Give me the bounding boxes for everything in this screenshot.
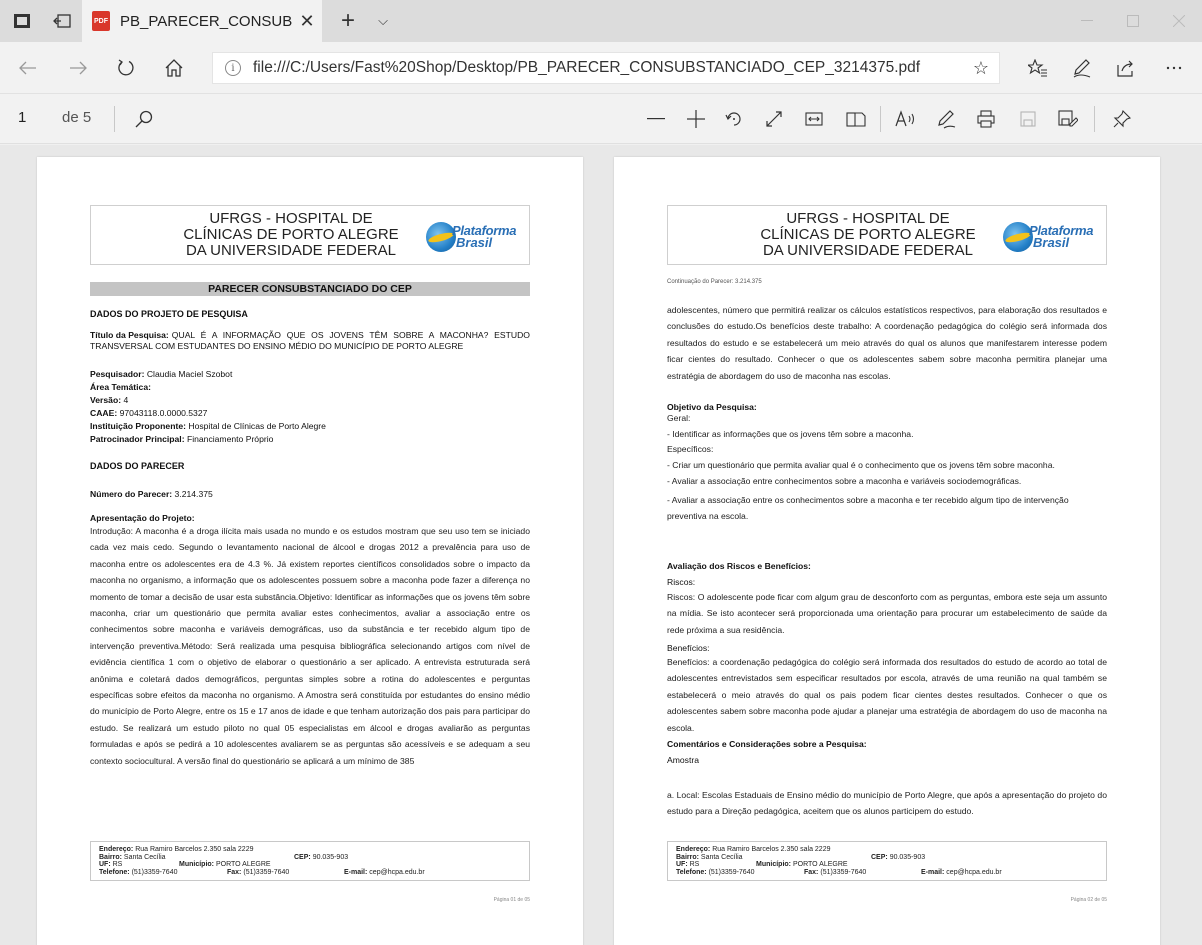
share-icon[interactable] [1104, 42, 1148, 94]
more-icon[interactable] [1152, 42, 1196, 94]
objetivo-title: Objetivo da Pesquisa: [667, 402, 757, 412]
institution-name: UFRGS - HOSPITAL DE CLÍNICAS DE PORTO AL… [171, 211, 411, 259]
list-item: - Avaliar a associação entre os conhecim… [667, 494, 1069, 521]
site-info-icon[interactable]: i [225, 60, 241, 76]
instituicao-field: Instituição Proponente: Hospital de Clín… [90, 421, 326, 431]
pdf-file-icon: PDF [92, 11, 110, 31]
document-header: UFRGS - HOSPITAL DE CLÍNICAS DE PORTO AL… [90, 205, 530, 265]
url-field[interactable]: i file:///C:/Users/Fast%20Shop/Desktop/P… [212, 52, 1000, 84]
toolbar-divider [1094, 106, 1095, 132]
pdf-page-1: UFRGS - HOSPITAL DE CLÍNICAS DE PORTO AL… [37, 157, 583, 945]
document-title: PARECER CONSUBSTANCIADO DO CEP [90, 282, 530, 296]
print-icon[interactable] [968, 94, 1004, 144]
favorites-list-icon[interactable] [1016, 42, 1060, 94]
section-title-parecer: DADOS DO PARECER [90, 461, 185, 471]
amostra-label: Amostra [667, 755, 699, 765]
patrocinador-field: Patrocinador Principal: Financiamento Pr… [90, 434, 274, 444]
beneficios-label: Benefícios: [667, 643, 710, 653]
plataforma-brasil-logo: Plataforma Brasil [1003, 220, 1113, 254]
page-label: Página 01 de 05 [493, 897, 530, 903]
refresh-icon[interactable] [104, 42, 148, 94]
local-text: a. Local: Escolas Estaduais de Ensino mé… [667, 790, 1107, 817]
maximize-icon[interactable] [1110, 0, 1156, 42]
title-bar: PDF PB_PARECER_CONSUBS ✕ + ⌵ [0, 0, 1202, 42]
versao-field: Versão: 4 [90, 395, 129, 405]
fit-to-width-icon[interactable] [796, 94, 832, 144]
header-line-3: DA UNIVERSIDADE FEDERAL [185, 242, 397, 259]
tab-list-chevron-icon[interactable]: ⌵ [368, 0, 398, 42]
toolbar-divider [114, 106, 115, 132]
objetivo-list: Geral: - Identificar as informações que … [667, 413, 1107, 524]
titulo-field: Título da Pesquisa: QUAL É A INFORMAÇÃO … [90, 330, 530, 351]
save-icon[interactable] [1010, 94, 1046, 144]
header-line-2: CLÍNICAS DE PORTO ALEGRE [760, 226, 976, 243]
favorite-star-icon[interactable]: ☆ [963, 58, 999, 79]
intro-text: adolescentes, número que permitirá reali… [667, 305, 1107, 381]
riscos-text: Riscos: O adolescente pode ficar com alg… [667, 592, 1107, 635]
add-notes-icon[interactable] [1060, 42, 1104, 94]
close-window-icon[interactable] [1156, 0, 1202, 42]
logo-text-2: Brasil [456, 235, 493, 250]
zoom-out-icon[interactable] [638, 94, 674, 144]
page-count-label: de 5 [62, 109, 92, 126]
header-line-3: DA UNIVERSIDADE FEDERAL [762, 242, 974, 259]
header-line-2: CLÍNICAS DE PORTO ALEGRE [183, 226, 399, 243]
page-number-input[interactable]: 1 [18, 109, 48, 126]
area-field: Área Temática: [90, 382, 151, 392]
document-viewer[interactable]: UFRGS - HOSPITAL DE CLÍNICAS DE PORTO AL… [0, 145, 1202, 945]
set-tabs-aside-icon[interactable] [42, 0, 82, 42]
list-item: Específicos: [667, 444, 714, 455]
save-as-icon[interactable] [1050, 94, 1086, 144]
forward-arrow-icon[interactable] [56, 42, 100, 94]
riscos-label: Riscos: [667, 577, 696, 587]
logo-text-2: Brasil [1033, 235, 1070, 250]
numero-parecer-field: Número do Parecer: 3.214.375 [90, 489, 213, 499]
section-title-projeto: DADOS DO PROJETO DE PESQUISA [90, 309, 248, 319]
caae-field: CAAE: 97043118.0.0000.5327 [90, 408, 208, 418]
list-item: - Avaliar a associação entre conheciment… [667, 475, 1022, 486]
list-item: Geral: [667, 413, 691, 423]
titulo-label: Título da Pesquisa: [90, 330, 169, 340]
header-line-1: UFRGS - HOSPITAL DE [209, 210, 373, 227]
institution-name: UFRGS - HOSPITAL DE CLÍNICAS DE PORTO AL… [748, 211, 988, 259]
back-arrow-icon[interactable] [6, 42, 50, 94]
continuation-label: Continuação do Parecer: 3.214.375 [667, 279, 762, 285]
home-icon[interactable] [152, 42, 196, 94]
list-item: - Criar um questionário que permita aval… [667, 460, 1055, 471]
footer-contact: Endereço: Rua Ramiro Barcelos 2.350 sala… [667, 841, 1107, 881]
avaliacao-title: Avaliação dos Riscos e Benefícios: [667, 561, 811, 571]
active-tab[interactable]: PDF PB_PARECER_CONSUBS ✕ [82, 0, 322, 42]
rotate-icon[interactable] [716, 94, 752, 144]
tab-close-icon[interactable]: ✕ [292, 11, 322, 32]
page-label: Página 02 de 05 [1070, 897, 1107, 903]
zoom-in-icon[interactable] [678, 94, 714, 144]
url-text[interactable]: file:///C:/Users/Fast%20Shop/Desktop/PB_… [253, 59, 963, 77]
read-aloud-icon[interactable] [888, 94, 924, 144]
comentarios-title: Comentários e Considerações sobre a Pesq… [667, 739, 867, 749]
address-bar: i file:///C:/Users/Fast%20Shop/Desktop/P… [0, 42, 1202, 94]
list-item: - Identificar as informações que os jove… [667, 428, 914, 439]
footer-contact: Endereço: Rua Ramiro Barcelos 2.350 sala… [90, 841, 530, 881]
document-header: UFRGS - HOSPITAL DE CLÍNICAS DE PORTO AL… [667, 205, 1107, 265]
apresentacao-text: Introdução: A maconha é a droga ilícita … [90, 526, 530, 766]
fit-to-page-icon[interactable] [756, 94, 792, 144]
page-view-icon[interactable] [838, 94, 874, 144]
plataforma-brasil-logo: Plataforma Brasil [426, 220, 536, 254]
pesquisador-field: Pesquisador: Claudia Maciel Szobot [90, 369, 233, 379]
apresentacao-title: Apresentação do Projeto: [90, 513, 195, 523]
window-menu-icon[interactable] [2, 0, 42, 42]
toolbar-divider [880, 106, 881, 132]
new-tab-button[interactable]: + [330, 0, 366, 42]
minimize-icon[interactable] [1064, 0, 1110, 42]
beneficios-text: Benefícios: a coordenação pedagógica do … [667, 657, 1107, 733]
pdf-toolbar: 1 de 5 [0, 94, 1202, 144]
tab-title: PB_PARECER_CONSUBS [120, 12, 292, 30]
draw-icon[interactable] [928, 94, 964, 144]
header-line-1: UFRGS - HOSPITAL DE [786, 210, 950, 227]
pin-toolbar-icon[interactable] [1104, 94, 1140, 144]
pdf-page-2: UFRGS - HOSPITAL DE CLÍNICAS DE PORTO AL… [614, 157, 1160, 945]
search-icon[interactable] [126, 94, 162, 144]
